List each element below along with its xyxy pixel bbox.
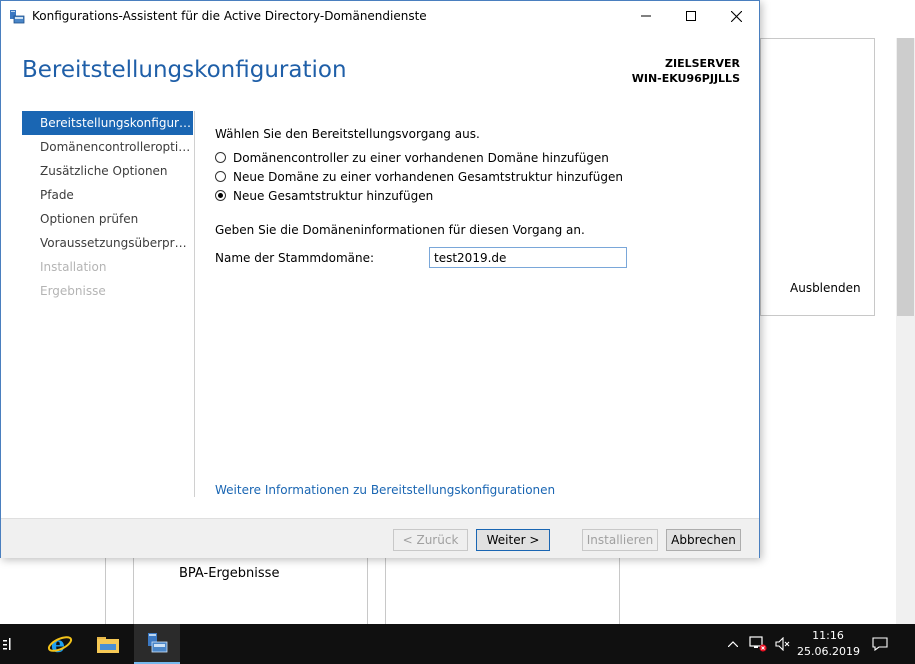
bpa-results-label: BPA-Ergebnisse — [179, 566, 280, 581]
task-view-icon — [3, 638, 11, 650]
internet-explorer-button[interactable]: e — [40, 624, 80, 664]
ad-ds-app-icon — [148, 633, 168, 653]
ad-ds-wizard-taskbar-button[interactable] — [134, 624, 180, 664]
notification-icon — [872, 637, 888, 651]
option-label: Neue Domäne zu einer vorhandenen Gesamts… — [233, 169, 623, 184]
nav-step-paths[interactable]: Pfade — [22, 183, 193, 207]
minimize-button[interactable] — [623, 1, 668, 31]
ad-ds-configuration-wizard: Konfigurations-Assistent für die Active … — [0, 0, 760, 558]
option-add-domain-existing-forest[interactable]: Neue Domäne zu einer vorhandenen Gesamts… — [215, 167, 745, 186]
option-add-new-forest[interactable]: Neue Gesamtstruktur hinzufügen — [215, 186, 745, 205]
show-hidden-icons-button[interactable] — [724, 624, 742, 664]
clock-time: 11:16 — [812, 629, 844, 642]
nav-divider — [194, 111, 195, 497]
speaker-muted-icon — [775, 637, 790, 651]
nav-step-installation: Installation — [40, 260, 107, 274]
background-divider — [619, 558, 620, 624]
file-explorer-button[interactable] — [88, 624, 128, 664]
nav-step-results: Ergebnisse — [40, 284, 106, 298]
background-divider — [367, 558, 368, 624]
background-divider — [105, 558, 106, 624]
install-button[interactable]: Installieren — [582, 529, 658, 551]
root-domain-label: Name der Stammdomäne: — [215, 251, 375, 265]
taskbar: e 11:16 25.06.2019 — [0, 624, 915, 664]
next-button[interactable]: Weiter > — [476, 529, 550, 551]
background-scrollbar-thumb[interactable] — [897, 38, 914, 316]
svg-text:e: e — [51, 632, 65, 657]
option-label: Domänencontroller zu einer vorhandenen D… — [233, 150, 609, 165]
radio-button-selected[interactable] — [215, 190, 226, 201]
minimize-icon — [640, 15, 651, 17]
page-title: Bereitstellungskonfiguration — [22, 57, 347, 83]
target-server-info: ZIELSERVER WIN-EKU96PJJLLS — [632, 56, 740, 86]
more-info-link[interactable]: Weitere Informationen zu Bereitstellungs… — [215, 483, 555, 497]
root-domain-input[interactable] — [429, 247, 627, 268]
root-domain-row: Name der Stammdomäne: — [215, 247, 745, 269]
taskbar-clock[interactable]: 11:16 25.06.2019 — [797, 628, 860, 660]
nav-step-dc-options[interactable]: Domänencontrolleroption... — [22, 135, 193, 159]
nav-step-deployment-configuration[interactable]: Bereitstellungskonfigurati... — [22, 111, 193, 135]
option-label: Neue Gesamtstruktur hinzufügen — [233, 188, 434, 203]
clock-date: 25.06.2019 — [797, 645, 860, 658]
maximize-button[interactable] — [668, 1, 713, 31]
title-bar[interactable]: Konfigurations-Assistent für die Active … — [1, 1, 759, 32]
wizard-step-nav: Bereitstellungskonfigurati... Domänencon… — [22, 111, 193, 303]
nav-step-additional-options[interactable]: Zusätzliche Optionen — [22, 159, 193, 183]
wizard-footer: < Zurück Weiter > Installieren Abbrechen — [1, 518, 759, 558]
radio-button[interactable] — [215, 152, 226, 163]
domain-info-prompt: Geben Sie die Domäneninformationen für d… — [215, 223, 585, 237]
select-operation-prompt: Wählen Sie den Bereitstellungsvorgang au… — [215, 127, 480, 141]
cancel-button[interactable]: Abbrechen — [666, 529, 741, 551]
close-icon — [731, 10, 742, 22]
ad-ds-app-icon — [9, 9, 25, 25]
folder-icon — [97, 637, 119, 653]
internet-explorer-icon: e — [47, 632, 73, 657]
target-server-name: WIN-EKU96PJJLLS — [631, 72, 740, 85]
radio-button[interactable] — [215, 171, 226, 182]
network-status-button[interactable] — [746, 624, 770, 664]
background-divider — [133, 558, 134, 624]
back-button[interactable]: < Zurück — [393, 529, 468, 551]
target-server-label: ZIELSERVER — [665, 57, 740, 70]
option-add-dc-existing-domain[interactable]: Domänencontroller zu einer vorhandenen D… — [215, 148, 745, 167]
background-tile — [760, 38, 875, 316]
network-error-icon — [749, 636, 767, 652]
action-center-button[interactable] — [868, 624, 892, 664]
hide-link[interactable]: Ausblenden — [790, 281, 861, 295]
volume-button[interactable] — [772, 624, 794, 664]
nav-step-prerequisites-check[interactable]: Voraussetzungsüberprüfu... — [22, 231, 193, 255]
task-view-button[interactable] — [0, 624, 20, 664]
wizard-content: Wählen Sie den Bereitstellungsvorgang au… — [215, 127, 745, 269]
window-title: Konfigurations-Assistent für die Active … — [32, 9, 427, 23]
close-button[interactable] — [714, 1, 759, 31]
chevron-up-icon — [728, 641, 738, 647]
nav-step-review-options[interactable]: Optionen prüfen — [22, 207, 193, 231]
maximize-icon — [685, 11, 696, 21]
background-divider — [385, 558, 386, 624]
